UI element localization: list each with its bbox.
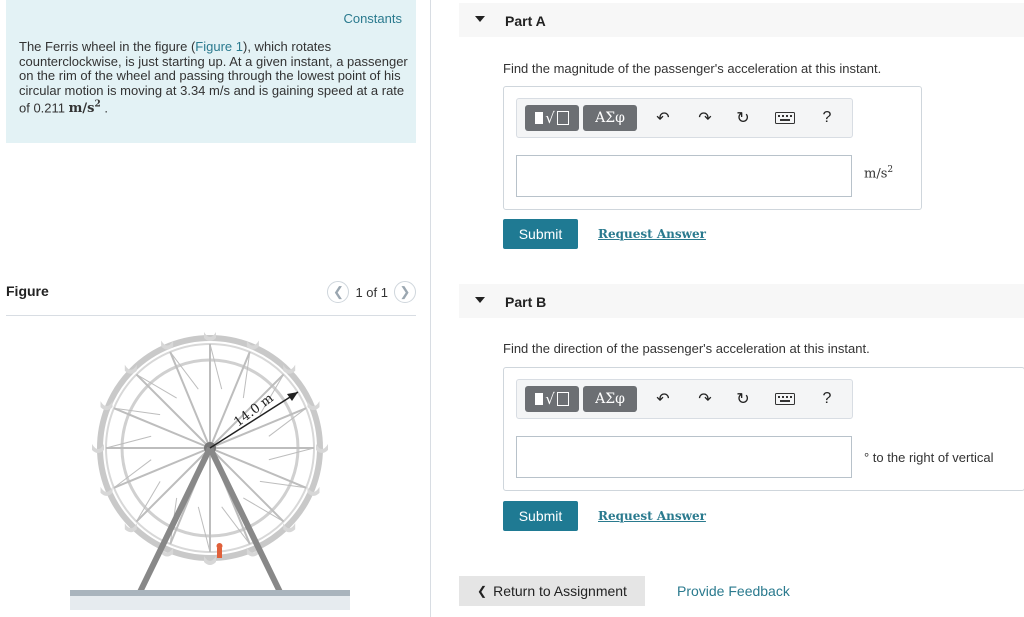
collapse-triangle-icon[interactable] <box>475 16 485 22</box>
part-a-question: Find the magnitude of the passenger's ac… <box>503 61 882 76</box>
math-toolbar: √ ΑΣφ ↶ ↷ ↻ ? <box>516 98 853 138</box>
constants-link[interactable]: Constants <box>343 11 402 26</box>
return-label: Return to Assignment <box>493 583 627 599</box>
math-toolbar: √ ΑΣφ ↶ ↷ ↻ ? <box>516 379 853 419</box>
panel-divider <box>430 0 431 617</box>
figure-title: Figure <box>6 283 49 299</box>
passenger-marker <box>217 548 222 558</box>
part-a-header[interactable]: Part A <box>459 3 1024 37</box>
rate-unit: m/s2 <box>68 100 101 117</box>
provide-feedback-link[interactable]: Provide Feedback <box>677 583 790 599</box>
part-a-unit: m/s2 <box>864 165 894 182</box>
templates-icon[interactable]: √ <box>525 386 579 412</box>
part-a-title: Part A <box>505 13 546 29</box>
part-b-request-answer-link[interactable]: Request Answer <box>598 509 706 523</box>
part-b-answer-input[interactable] <box>516 436 852 478</box>
part-b-unit: ° to the right of vertical <box>864 450 994 465</box>
part-b-question: Find the direction of the passenger's ac… <box>503 341 870 356</box>
part-b-answer-box: √ ΑΣφ ↶ ↷ ↻ ? ° to the right of vertical <box>503 367 1024 491</box>
templates-icon[interactable]: √ <box>525 105 579 131</box>
greek-letters-icon[interactable]: ΑΣφ <box>583 386 637 412</box>
left-panel: Constants The Ferris wheel in the figure… <box>0 0 416 617</box>
problem-statement-box: Constants The Ferris wheel in the figure… <box>6 0 416 143</box>
part-a-submit-button[interactable]: Submit <box>503 219 578 249</box>
undo-icon[interactable]: ↶ <box>651 105 675 131</box>
collapse-triangle-icon[interactable] <box>475 297 485 303</box>
greek-letters-icon[interactable]: ΑΣφ <box>583 105 637 131</box>
figure-header: Figure ❮ 1 of 1 ❯ <box>6 281 416 316</box>
part-b-submit-button[interactable]: Submit <box>503 501 578 531</box>
figure-link[interactable]: Figure 1 <box>195 39 243 54</box>
return-to-assignment-button[interactable]: ❮ Return to Assignment <box>459 576 645 606</box>
wheel-drawing <box>70 332 350 610</box>
redo-icon[interactable]: ↷ <box>693 386 717 412</box>
part-b-title: Part B <box>505 294 547 310</box>
keyboard-icon[interactable] <box>773 105 797 131</box>
chevron-left-icon: ❮ <box>477 584 488 598</box>
part-a-answer-box: √ ΑΣφ ↶ ↷ ↻ ? m/s2 <box>503 86 922 210</box>
undo-icon[interactable]: ↶ <box>651 386 675 412</box>
part-a-request-answer-link[interactable]: Request Answer <box>598 227 706 241</box>
ferris-wheel-figure: 14.0 m <box>70 332 350 610</box>
keyboard-icon[interactable] <box>773 386 797 412</box>
reset-icon[interactable]: ↻ <box>731 105 755 131</box>
pager-text: 1 of 1 <box>355 284 388 300</box>
part-b-header[interactable]: Part B <box>459 284 1024 318</box>
chevron-right-icon[interactable]: ❯ <box>394 281 416 303</box>
reset-icon[interactable]: ↻ <box>731 386 755 412</box>
chevron-left-icon[interactable]: ❮ <box>327 281 350 303</box>
help-icon[interactable]: ? <box>815 105 839 131</box>
help-icon[interactable]: ? <box>815 386 839 412</box>
part-a-answer-input[interactable] <box>516 155 852 197</box>
figure-pager: ❮ 1 of 1 ❯ <box>327 281 416 303</box>
redo-icon[interactable]: ↷ <box>693 105 717 131</box>
problem-text: The Ferris wheel in the figure (Figure 1… <box>19 39 408 117</box>
